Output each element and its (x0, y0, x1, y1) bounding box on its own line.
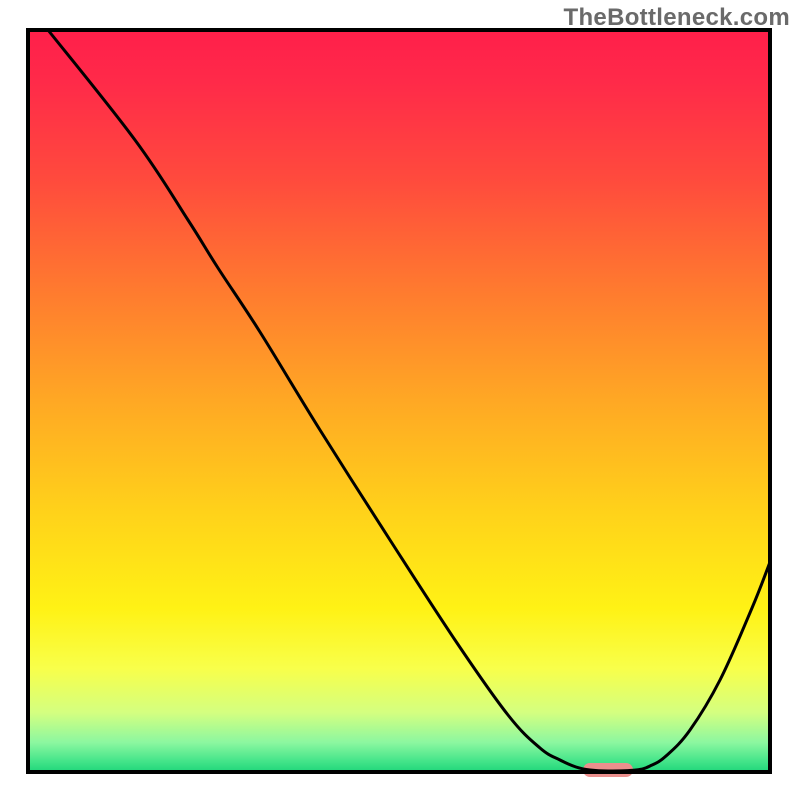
bottleneck-chart (0, 0, 800, 800)
heat-gradient (28, 30, 770, 772)
chart-container: TheBottleneck.com (0, 0, 800, 800)
